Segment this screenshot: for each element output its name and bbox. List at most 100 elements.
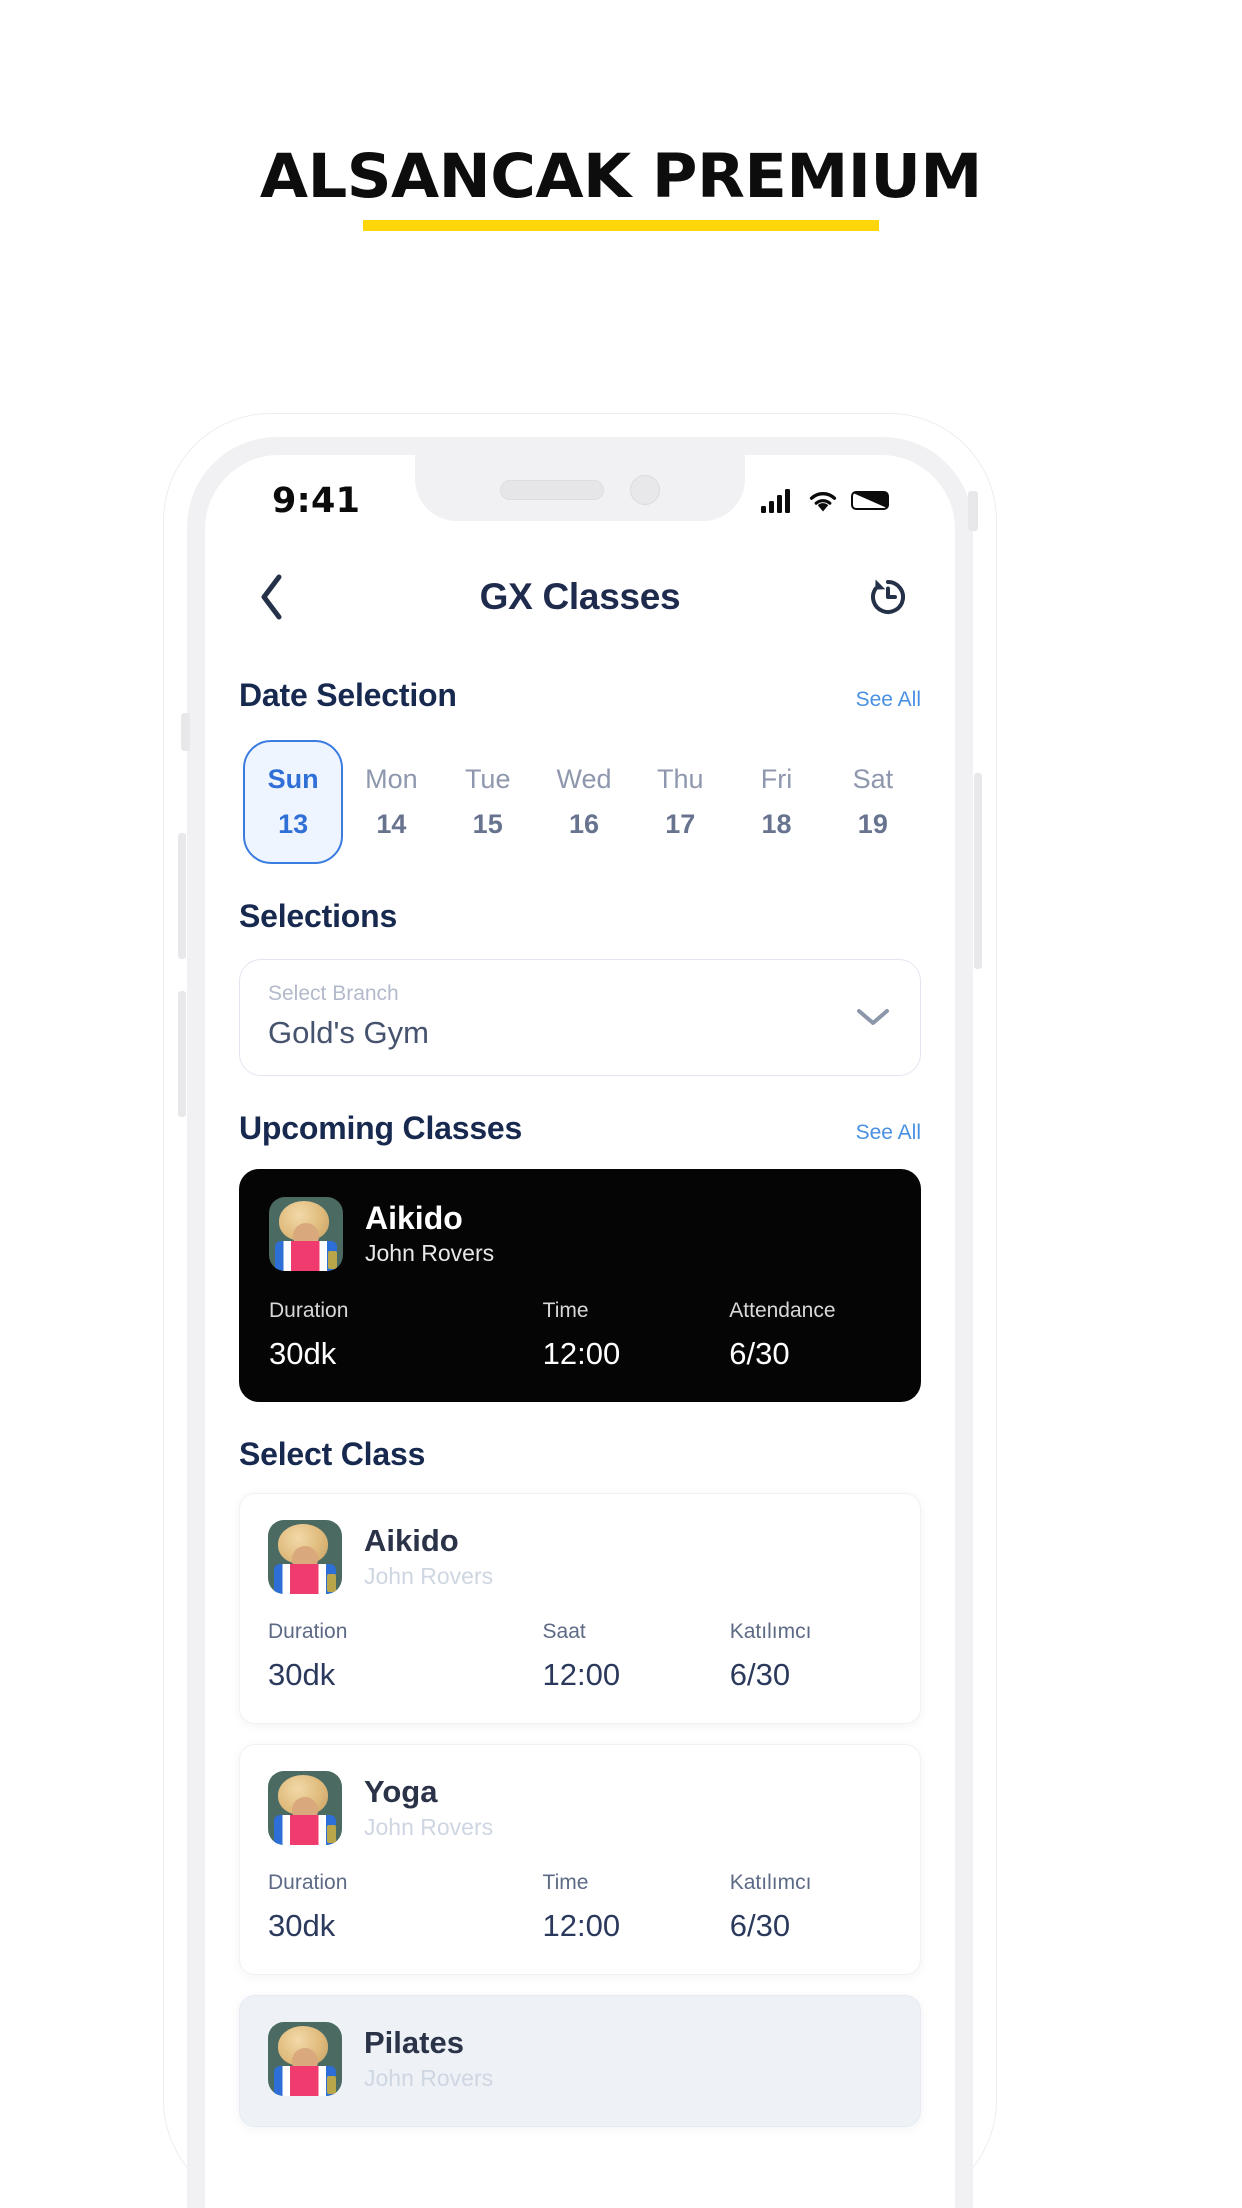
class-name: Pilates [364,2025,464,2061]
date-selection-see-all[interactable]: See All [856,688,921,712]
avatar-plant [327,1574,336,1592]
card-header: Pilates John Rovers [268,2022,892,2096]
upcoming-classes-header: Upcoming Classes See All [239,1110,921,1147]
date-strip: Sun 13 Mon 14 Tue 15 Wed 16 Thu 17 Fri 1… [239,740,921,864]
upcoming-classes-see-all[interactable]: See All [856,1121,921,1145]
card-header: Aikido John Rovers [269,1197,891,1271]
date-cell-number: 14 [376,809,407,839]
date-cell-dow: Fri [760,764,793,794]
date-cell-mon[interactable]: Mon 14 [343,740,439,864]
front-camera-icon [630,475,660,505]
date-cell-dow: Wed [556,764,612,794]
class-instructor: John Rovers [364,1562,494,1589]
card-title-block: Aikido John Rovers [365,1199,495,1268]
upcoming-classes-title: Upcoming Classes [239,1110,523,1146]
avatar [268,1520,342,1594]
brand-title: ALSANCAK PREMIUM [260,141,982,212]
class-stats: Duration 30dk Saat 12:00 Katılımcı 6/30 [268,1620,892,1693]
branch-select[interactable]: Select Branch Gold's Gym [239,959,921,1076]
date-cell-number: 13 [278,809,309,839]
date-selection-header: Date Selection See All [239,677,921,714]
stat-label: Duration [268,1620,348,1643]
branch-select-value: Gold's Gym [268,1015,429,1050]
stat-value: 12:00 [542,1336,621,1371]
stat-value: 6/30 [729,1336,790,1371]
date-selection-title: Date Selection [239,677,457,713]
date-cell-dow: Thu [657,764,704,794]
stat-value: 12:00 [542,1657,621,1692]
date-cell-sun[interactable]: Sun 13 [243,740,344,864]
avatar [268,2022,342,2096]
stat-attendance: Katılımcı 6/30 [730,1871,892,1944]
stat-duration: Duration 30dk [269,1299,543,1372]
card-title-block: Aikido John Rovers [364,1523,494,1590]
stat-value: 30dk [269,1336,337,1371]
class-name: Aikido [364,1523,459,1559]
mute-switch-button[interactable] [181,713,190,751]
class-name: Aikido [365,1199,463,1236]
stat-time: Time 12:00 [543,1299,730,1372]
screen-content: Date Selection See All Sun 13 Mon 14 Tue… [205,677,955,2127]
date-cell-dow: Mon [365,764,418,794]
select-class-header: Select Class [239,1436,921,1473]
date-cell-fri[interactable]: Fri 18 [728,740,824,864]
date-cell-thu[interactable]: Thu 17 [632,740,728,864]
brand-header: ALSANCAK PREMIUM [0,0,1242,300]
earpiece-speaker-icon [500,480,604,500]
page-title: GX Classes [479,576,681,617]
date-cell-wed[interactable]: Wed 16 [536,740,632,864]
status-time: 9:41 [272,481,361,521]
stat-time: Saat 12:00 [543,1620,730,1693]
signal-icon [761,489,790,513]
avatar [268,1771,342,1845]
power-button[interactable] [974,773,982,969]
stat-value: 30dk [268,1657,336,1692]
stat-label: Time [542,1871,589,1894]
stat-attendance: Attendance 6/30 [729,1299,891,1372]
date-cell-tue[interactable]: Tue 15 [440,740,536,864]
stat-value: 6/30 [729,1657,791,1692]
card-title-block: Pilates John Rovers [364,2025,494,2092]
class-name: Yoga [364,1774,438,1810]
date-cell-number: 17 [665,809,696,839]
stat-duration: Duration 30dk [268,1871,543,1944]
class-instructor: John Rovers [365,1240,495,1267]
phone-screen: 9:41 GX Classes Date Selection See All S… [205,455,955,2208]
date-cell-number: 15 [472,809,503,839]
battery-icon [851,491,889,510]
date-cell-number: 18 [761,809,792,839]
class-list-item[interactable]: Yoga John Rovers Duration 30dk Time 12:0… [239,1744,921,1975]
status-icons [761,479,891,513]
stat-label: Attendance [729,1299,836,1322]
selections-title: Selections [239,898,398,934]
avatar-plant [328,1251,337,1269]
power-button-top[interactable] [968,491,978,531]
history-icon [871,579,905,614]
volume-down-button[interactable] [178,991,186,1117]
class-stats: Duration 30dk Time 12:00 Attendance 6/30 [269,1299,891,1372]
card-header: Yoga John Rovers [268,1771,892,1845]
avatar-plant [327,1825,336,1843]
date-cell-sat[interactable]: Sat 19 [825,740,921,864]
back-button[interactable] [245,570,299,624]
date-cell-number: 19 [857,809,888,839]
history-button[interactable] [861,570,915,624]
class-instructor: John Rovers [364,2064,494,2091]
status-bar: 9:41 [205,455,955,551]
brand-underline [363,220,879,231]
stat-label: Duration [268,1871,348,1894]
stat-label: Time [542,1299,589,1322]
phone-device-mockup: 9:41 GX Classes Date Selection See All S… [163,413,997,2208]
volume-up-button[interactable] [178,833,186,959]
date-cell-number: 16 [568,809,599,839]
navigation-bar: GX Classes [205,551,955,643]
page-root: ALSANCAK PREMIUM 9:41 GX Classes Date Se… [0,0,1242,2208]
card-title-block: Yoga John Rovers [364,1774,493,1841]
branch-select-text: Select Branch Gold's Gym [268,982,429,1051]
date-cell-dow: Sat [852,764,894,794]
class-list-item[interactable]: Aikido John Rovers Duration 30dk Saat 12… [239,1493,921,1724]
device-notch [415,455,745,521]
class-stats: Duration 30dk Time 12:00 Katılımcı 6/30 [268,1871,892,1944]
upcoming-class-card[interactable]: Aikido John Rovers Duration 30dk Time 12… [239,1169,921,1402]
class-list-item[interactable]: Pilates John Rovers [239,1995,921,2127]
